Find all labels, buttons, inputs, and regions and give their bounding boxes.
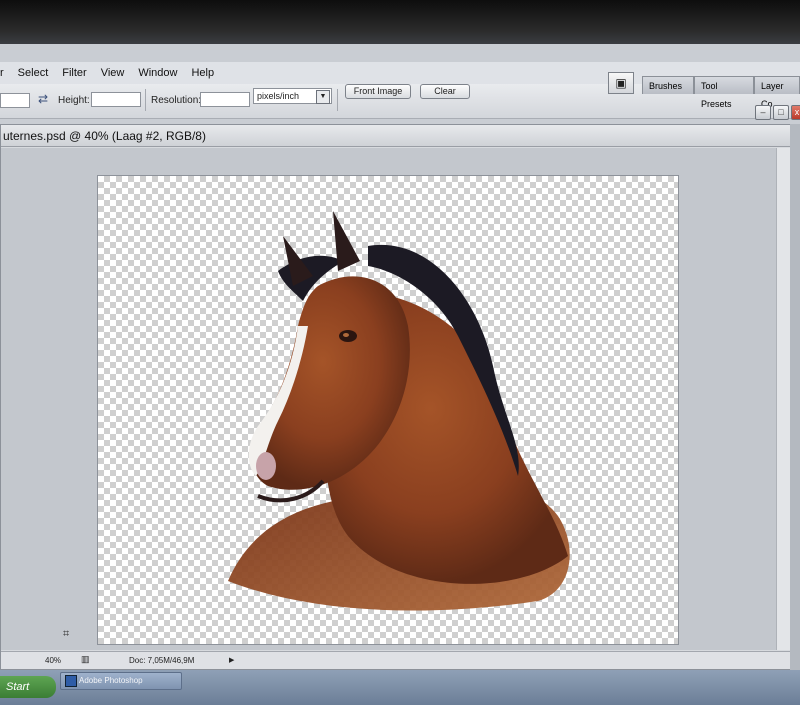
start-button[interactable]: Start [0,676,56,698]
resolution-units-select[interactable]: pixels/inch ▼ [253,88,332,104]
menu-item-help[interactable]: Help [184,67,221,79]
options-divider [337,89,338,111]
tab-layer-comps[interactable]: Layer Co [754,76,800,109]
image-canvas[interactable] [97,175,679,645]
height-field[interactable] [91,92,141,107]
side-panel-strip [790,124,800,670]
resolution-label: Resolution: [151,95,202,106]
document-title: uternes.psd @ 40% (Laag #2, RGB/8) [3,129,206,143]
height-label: Height: [58,95,90,106]
maximize-icon[interactable]: □ [773,105,789,120]
status-bar: 40% ▥ Doc: 7,05M/46,9M ▶ [1,651,791,669]
resolution-field[interactable] [200,92,250,107]
canvas-area: ⌗ [1,148,776,650]
minimize-icon[interactable]: – [755,105,771,120]
menu-item-select[interactable]: Select [11,67,56,79]
monitor-bezel [0,0,800,44]
menu-item-image[interactable]: r [0,67,11,79]
palette-well-icon[interactable]: ▣ [608,72,634,94]
front-image-button[interactable]: Front Image [345,84,411,99]
tab-brushes[interactable]: Brushes [642,76,694,94]
close-icon[interactable]: x [791,105,800,120]
photoshop-icon [65,675,77,687]
status-menu-arrow-icon[interactable]: ▶ [229,656,234,664]
options-divider [145,89,146,111]
document-window: uternes.psd @ 40% (Laag #2, RGB/8) – □ x [0,105,800,670]
monitor-screen: r Select Filter View Window Help ⇄ Heigh… [0,0,800,705]
doc-size: Doc: 7,05M/46,9M [129,656,195,665]
menu-item-window[interactable]: Window [131,67,184,79]
menu-item-filter[interactable]: Filter [55,67,93,79]
crop-tool-icon[interactable]: ⌗ [63,628,69,641]
taskbar: Start Adobe Photoshop [0,670,800,705]
menu-item-view[interactable]: View [94,67,132,79]
taskbar-item-photoshop[interactable]: Adobe Photoshop [60,672,182,690]
width-field[interactable] [0,93,30,108]
chevron-down-icon[interactable]: ▼ [316,90,330,104]
clear-button[interactable]: Clear [420,84,470,99]
tab-tool-presets[interactable]: Tool Presets [694,76,754,109]
taskbar-item-label: Adobe Photoshop [79,676,143,685]
horse-painting [228,211,570,611]
zoom-level[interactable]: 40% [45,656,61,665]
swap-dimensions-icon[interactable]: ⇄ [38,92,48,106]
document-title-bar[interactable]: uternes.psd @ 40% (Laag #2, RGB/8) [1,125,791,147]
resolution-units-value: pixels/inch [257,91,300,101]
status-info-icon[interactable]: ▥ [81,654,90,665]
